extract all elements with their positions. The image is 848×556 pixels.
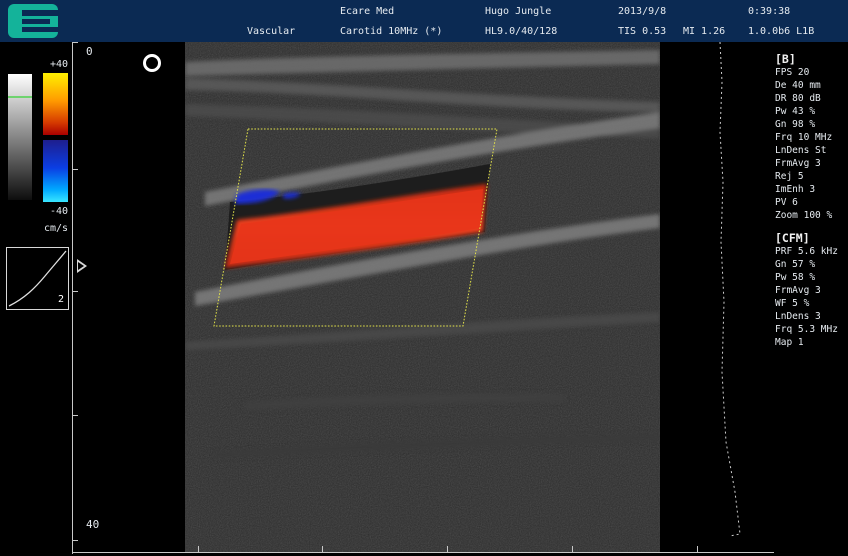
b-param-lndens: LnDens St bbox=[775, 145, 827, 156]
b-param-rej: Rej 5 bbox=[775, 171, 804, 182]
bottom-tick bbox=[322, 546, 323, 552]
cfm-param-gain: Gn 57 % bbox=[775, 259, 816, 270]
b-mode-params: [B] FPS 20 De 40 mm DR 80 dB Pw 43 % Gn … bbox=[775, 53, 832, 222]
b-param-dr: DR 80 dB bbox=[775, 93, 821, 104]
header-bar: Ecare Med Hugo Jungle 2013/9/8 0:39:38 V… bbox=[0, 0, 848, 42]
cfm-param-prf: PRF 5.6 kHz bbox=[775, 246, 838, 257]
colorbar-negative bbox=[43, 140, 68, 202]
depth-tick bbox=[72, 540, 78, 541]
focus-ring-icon bbox=[143, 54, 161, 72]
cfm-params: [CFM] PRF 5.6 kHz Gn 57 % Pw 58 % FrmAvg… bbox=[775, 232, 838, 349]
grayscale-marker bbox=[8, 96, 32, 98]
bottom-tick bbox=[447, 546, 448, 552]
b-param-freq: Frq 10 MHz bbox=[775, 132, 833, 143]
cfm-param-freq: Frq 5.3 MHz bbox=[775, 324, 838, 335]
exam-date: 2013/9/8 bbox=[618, 6, 667, 17]
exam-type: Vascular bbox=[247, 26, 296, 37]
b-param-imenh: ImEnh 3 bbox=[775, 184, 816, 195]
colorbar-unit: cm/s bbox=[44, 223, 69, 234]
b-mode-title: [B] bbox=[775, 52, 796, 66]
b-param-fps: FPS 20 bbox=[775, 67, 810, 78]
cfm-param-pw: Pw 58 % bbox=[775, 272, 816, 283]
patient-name: Hugo Jungle bbox=[485, 6, 552, 17]
version-label: 1.0.0b6 L1B bbox=[748, 26, 815, 37]
preset-label: HL9.0/40/128 bbox=[485, 26, 558, 37]
b-param-depth: De 40 mm bbox=[775, 80, 821, 91]
grayscale-bar bbox=[8, 74, 32, 200]
cfm-param-map: Map 1 bbox=[775, 337, 804, 348]
colorbar-top-label: +40 bbox=[50, 59, 69, 70]
depth-bottom-label: 40 bbox=[86, 518, 100, 531]
b-param-pv: PV 6 bbox=[775, 197, 798, 208]
cfm-title: [CFM] bbox=[775, 231, 810, 245]
depth-tick bbox=[72, 169, 78, 170]
depth-tick bbox=[72, 42, 78, 43]
hospital-name: Ecare Med bbox=[340, 6, 395, 17]
depth-axis bbox=[72, 42, 76, 554]
curve-value: 2 bbox=[58, 294, 65, 305]
b-mode-image bbox=[185, 42, 660, 552]
b-param-frmavg: FrmAvg 3 bbox=[775, 158, 821, 169]
depth-tick bbox=[72, 291, 78, 292]
cfm-param-frmavg: FrmAvg 3 bbox=[775, 285, 821, 296]
bottom-tick bbox=[572, 546, 573, 552]
mi-value: MI 1.26 bbox=[683, 26, 726, 37]
depth-top-label: 0 bbox=[86, 45, 93, 58]
exam-time: 0:39:38 bbox=[748, 6, 791, 17]
ultrasound-image[interactable] bbox=[185, 42, 660, 552]
b-param-pw: Pw 43 % bbox=[775, 106, 816, 117]
tis-value: TIS 0.53 bbox=[618, 26, 667, 37]
b-param-gain: Gn 98 % bbox=[775, 119, 816, 130]
bottom-tick bbox=[198, 546, 199, 552]
bottom-tick bbox=[697, 546, 698, 552]
side-arrow-inner bbox=[78, 262, 84, 270]
bottom-axis bbox=[72, 552, 774, 553]
colorbar-positive bbox=[43, 73, 68, 135]
cfm-param-lndens: LnDens 3 bbox=[775, 311, 821, 322]
cfm-param-wf: WF 5 % bbox=[775, 298, 810, 309]
depth-tick bbox=[72, 415, 78, 416]
logo-icon bbox=[8, 4, 58, 38]
probe-label: Carotid 10MHz (*) bbox=[340, 26, 443, 37]
colorbar-bottom-label: -40 bbox=[50, 206, 69, 217]
b-param-zoom: Zoom 100 % bbox=[775, 210, 833, 221]
